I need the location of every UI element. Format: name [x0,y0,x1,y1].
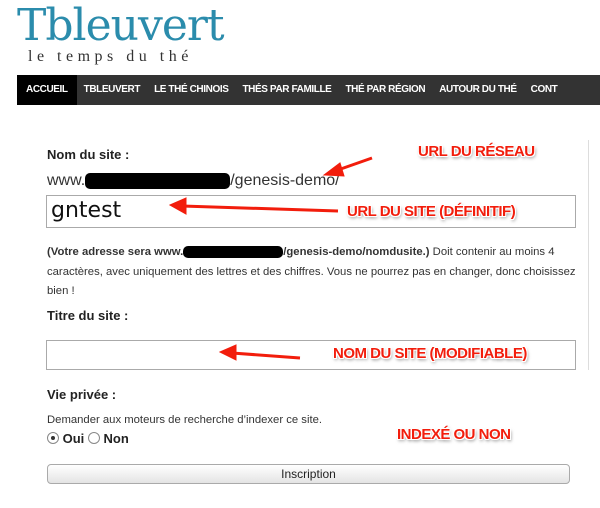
annotation-site-url: URL DU SITE (DÉFINITIF) [347,203,516,220]
annotation-indexed: INDEXÉ OU NON [397,426,511,443]
arrow-site-name [231,351,301,360]
annotation-network-url: URL DU RÉSEAU [418,143,535,160]
annotation-site-name: NOM DU SITE (MODIFIABLE) [333,345,527,362]
arrow-head [218,344,237,361]
arrow-head [322,162,345,177]
arrow-head [168,197,187,215]
arrow-site-url [181,204,339,213]
